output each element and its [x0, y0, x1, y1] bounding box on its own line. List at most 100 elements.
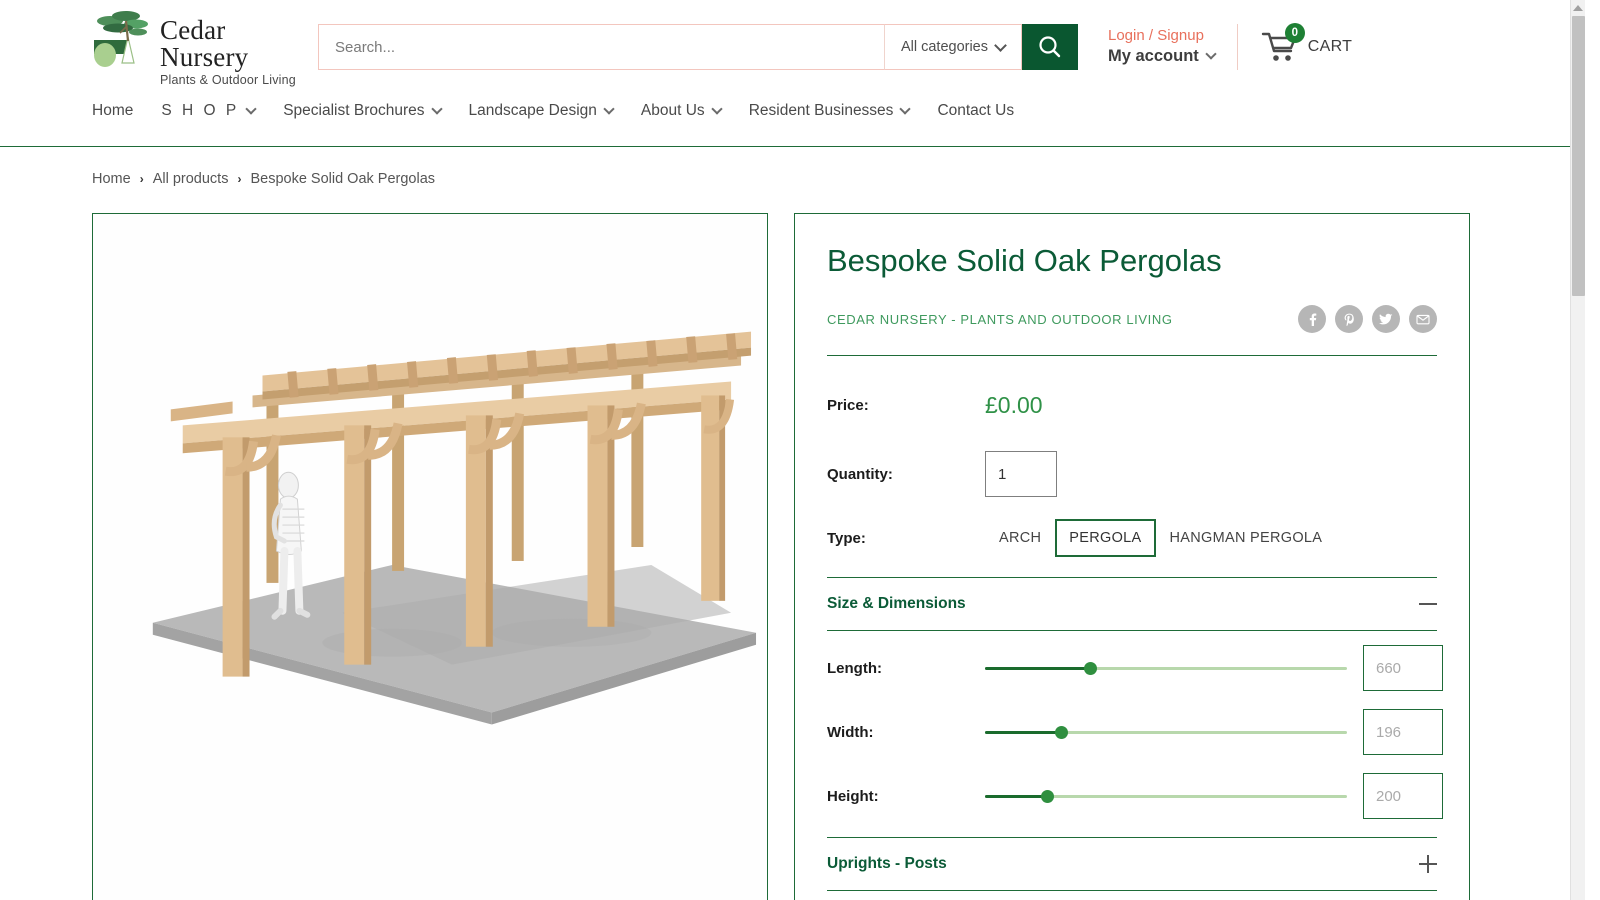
my-account-label: My account: [1108, 46, 1199, 67]
length-label: Length:: [827, 660, 985, 677]
logo-wordmark: Cedar Nursery Plants & Outdoor Living: [160, 7, 300, 87]
facebook-icon[interactable]: [1298, 305, 1326, 333]
slider-thumb[interactable]: [1041, 790, 1054, 803]
breadcrumb-item-home[interactable]: Home: [92, 171, 131, 187]
height-slider[interactable]: [985, 786, 1347, 806]
nav-item-about-us[interactable]: About Us: [641, 102, 721, 120]
shopping-cart-icon: 0: [1260, 30, 1298, 64]
search-button[interactable]: [1022, 24, 1078, 70]
accordion-uprights-posts[interactable]: Uprights - Posts: [827, 838, 1437, 890]
nav-label: Landscape Design: [469, 102, 597, 120]
accordion-title: Size & Dimensions: [827, 595, 966, 613]
type-option-group: ARCH PERGOLA HANGMAN PERGOLA: [985, 519, 1336, 557]
cart-label: CART: [1308, 38, 1352, 56]
width-slider[interactable]: [985, 722, 1347, 742]
nav-item-specialist-brochures[interactable]: Specialist Brochures: [283, 102, 440, 120]
product-vendor: CEDAR NURSERY - PLANTS AND OUTDOOR LIVIN…: [827, 312, 1173, 327]
price-row: Price: £0.00: [827, 392, 1437, 419]
chevron-down-icon: [431, 103, 442, 114]
pinterest-icon[interactable]: [1335, 305, 1363, 333]
nav-item-resident-businesses[interactable]: Resident Businesses: [749, 102, 910, 120]
nav-label: Contact Us: [937, 102, 1014, 120]
plus-icon: [1419, 855, 1437, 873]
product-info-panel: Bespoke Solid Oak Pergolas CEDAR NURSERY…: [794, 213, 1470, 900]
breadcrumb-item-all-products[interactable]: All products: [153, 171, 229, 187]
width-label: Width:: [827, 724, 985, 741]
site-header: Cedar Nursery Plants & Outdoor Living Al…: [0, 0, 1585, 90]
nav-label: Home: [92, 102, 133, 120]
logo-area[interactable]: Cedar Nursery Plants & Outdoor Living: [0, 7, 300, 87]
bonsai-tree-logo: [92, 7, 158, 69]
search-bar: All categories: [318, 24, 1078, 70]
length-slider[interactable]: [985, 658, 1347, 678]
email-icon[interactable]: [1409, 305, 1437, 333]
slider-thumb[interactable]: [1055, 726, 1068, 739]
type-option-hangman-pergola[interactable]: HANGMAN PERGOLA: [1156, 519, 1337, 557]
my-account-button[interactable]: My account: [1108, 46, 1215, 67]
vendor-row: CEDAR NURSERY - PLANTS AND OUTDOOR LIVIN…: [827, 305, 1437, 333]
chevron-down-icon: [994, 39, 1007, 52]
search-category-dropdown[interactable]: All categories: [884, 24, 1022, 70]
length-input[interactable]: [1363, 645, 1443, 691]
dimension-row-length: Length:: [827, 645, 1437, 691]
search-input[interactable]: [318, 24, 884, 70]
nav-item-landscape-design[interactable]: Landscape Design: [469, 102, 613, 120]
product-image: [93, 214, 767, 900]
account-menu[interactable]: Login / Signup My account: [1108, 27, 1215, 66]
site-logo[interactable]: Cedar Nursery Plants & Outdoor Living: [92, 7, 300, 87]
quantity-label: Quantity:: [827, 466, 985, 483]
accordion-size-dimensions[interactable]: Size & Dimensions: [827, 578, 1437, 630]
twitter-icon[interactable]: [1372, 305, 1400, 333]
cart-count-badge: 0: [1285, 23, 1305, 43]
product-page: Cedar Nursery Plants & Outdoor Living Al…: [0, 0, 1585, 900]
nav-item-contact-us[interactable]: Contact Us: [937, 102, 1014, 120]
product-main: Bespoke Solid Oak Pergolas CEDAR NURSERY…: [0, 187, 1585, 900]
slider-thumb[interactable]: [1084, 662, 1097, 675]
product-gallery[interactable]: [92, 213, 768, 900]
chevron-down-icon: [1205, 49, 1216, 60]
breadcrumb-separator: ›: [140, 172, 144, 186]
type-row: Type: ARCH PERGOLA HANGMAN PERGOLA: [827, 519, 1437, 557]
accordion-title: Uprights - Posts: [827, 855, 947, 873]
quantity-input[interactable]: [985, 451, 1057, 497]
price-value: £0.00: [985, 392, 1043, 419]
chevron-down-icon: [900, 103, 911, 114]
quantity-row: Quantity:: [827, 451, 1437, 497]
search-category-label: All categories: [901, 39, 988, 55]
height-input[interactable]: [1363, 773, 1443, 819]
page-scrollbar[interactable]: [1570, 0, 1585, 900]
section-divider: [827, 630, 1437, 631]
type-option-arch[interactable]: ARCH: [985, 519, 1055, 557]
slider-fill: [985, 667, 1090, 670]
breadcrumb-separator: ›: [237, 172, 241, 186]
nav-item-home[interactable]: Home: [92, 102, 133, 120]
main-navigation: Home S H O P Specialist Brochures Landsc…: [0, 90, 1585, 132]
accordion-top-roof[interactable]: Top - Roof: [827, 891, 1437, 900]
breadcrumb-item-current: Bespoke Solid Oak Pergolas: [250, 171, 435, 187]
slider-fill: [985, 795, 1047, 798]
type-option-pergola[interactable]: PERGOLA: [1055, 519, 1155, 557]
nav-item-shop[interactable]: S H O P: [161, 102, 255, 120]
section-divider: [827, 355, 1437, 356]
chevron-down-icon: [603, 103, 614, 114]
height-label: Height:: [827, 788, 985, 805]
nav-label: About Us: [641, 102, 705, 120]
chevron-down-icon: [246, 103, 257, 114]
header-divider: [1237, 24, 1238, 70]
width-input[interactable]: [1363, 709, 1443, 755]
breadcrumb: Home › All products › Bespoke Solid Oak …: [0, 147, 1585, 187]
brand-tagline: Plants & Outdoor Living: [160, 73, 300, 87]
nav-label: Specialist Brochures: [283, 102, 424, 120]
brand-name: Cedar Nursery: [160, 17, 300, 71]
page-title: Bespoke Solid Oak Pergolas: [827, 242, 1437, 279]
scroll-up-arrow-icon[interactable]: [1573, 5, 1583, 11]
search-icon: [1037, 34, 1063, 60]
nav-label: Resident Businesses: [749, 102, 894, 120]
login-signup-link[interactable]: Login / Signup: [1108, 27, 1215, 46]
nav-label: S H O P: [161, 102, 239, 120]
scrollbar-thumb[interactable]: [1572, 16, 1585, 296]
cart-button[interactable]: 0 CART: [1260, 30, 1352, 64]
dimension-row-height: Height:: [827, 773, 1437, 819]
minus-icon: [1419, 595, 1437, 613]
chevron-down-icon: [711, 103, 722, 114]
